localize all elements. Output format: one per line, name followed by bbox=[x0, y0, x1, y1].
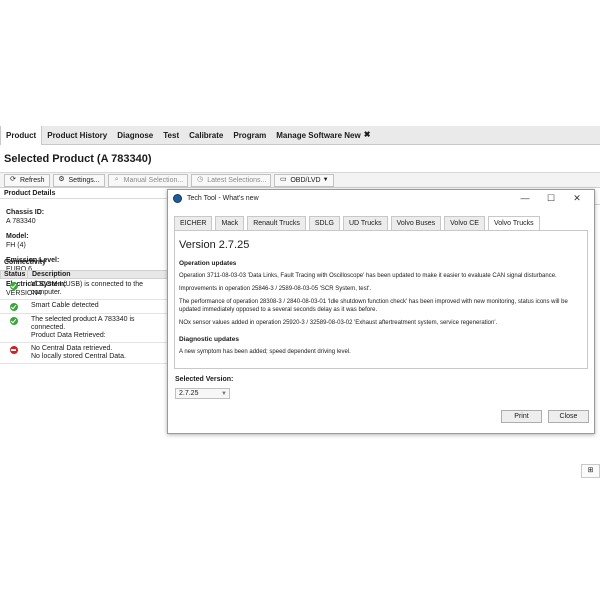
model-label: Model: bbox=[6, 233, 29, 240]
check-circle-icon bbox=[9, 282, 18, 290]
status-cell bbox=[0, 302, 27, 311]
menu-product-history[interactable]: Product History bbox=[42, 126, 112, 145]
connectivity-header: Connectivity bbox=[4, 259, 47, 266]
latest-selections-button[interactable]: ◷ Latest Selections... bbox=[191, 173, 272, 187]
search-icon: ⌕ bbox=[114, 176, 119, 183]
settings-label: Settings... bbox=[68, 176, 100, 184]
menu-manage-software-label: Manage Software New bbox=[276, 130, 361, 140]
tab-renault-trucks[interactable]: Renault Trucks bbox=[247, 216, 306, 230]
dialog-titlebar: Tech Tool - What's new — ☐ ✕ bbox=[168, 190, 594, 207]
description-cell: The selected product A 783340 is connect… bbox=[31, 316, 135, 339]
error-circle-icon bbox=[9, 346, 18, 354]
check-circle-icon bbox=[9, 303, 18, 311]
status-cell bbox=[0, 281, 27, 290]
table-row: VOCOM I (USB) is connected to the comput… bbox=[0, 279, 170, 300]
tab-volvo-trucks[interactable]: Volvo Trucks bbox=[487, 216, 540, 230]
selected-version-label: Selected Version: bbox=[175, 376, 234, 383]
refresh-button[interactable]: ⟳ Refresh bbox=[4, 173, 50, 187]
connectivity-table: Status Description VOCOM I (USB) is conn… bbox=[0, 270, 170, 364]
tab-mack[interactable]: Mack bbox=[215, 216, 245, 230]
gear-icon: ⚙ bbox=[58, 176, 65, 183]
refresh-icon: ⟳ bbox=[10, 176, 16, 183]
status-cell bbox=[0, 345, 27, 354]
version-select[interactable]: 2.7.25 ▼ bbox=[175, 388, 230, 399]
refresh-label: Refresh bbox=[20, 176, 45, 184]
table-row: No Central Data retrieved. No locally st… bbox=[0, 343, 170, 364]
menu-product[interactable]: Product bbox=[0, 125, 43, 145]
close-icon[interactable]: ✕ bbox=[564, 192, 590, 204]
release-note-paragraph: The performance of operation 28308-3 / 2… bbox=[179, 299, 568, 313]
clock-icon: ◷ bbox=[197, 176, 204, 183]
tab-eicher[interactable]: EICHER bbox=[174, 216, 213, 230]
print-button[interactable]: Print bbox=[501, 410, 542, 423]
whats-new-dialog: Tech Tool - What's new — ☐ ✕ EICHER Mack… bbox=[167, 189, 595, 434]
obd-lvd-dropdown[interactable]: ▭ OBD/LVD ▼ bbox=[274, 173, 334, 187]
manual-selection-button[interactable]: ⌕ Manual Selection... bbox=[107, 173, 189, 187]
description-cell: Smart Cable detected bbox=[31, 302, 99, 309]
release-note-paragraph: Improvements in operation 25846-3 / 2589… bbox=[179, 286, 372, 292]
menu-program[interactable]: Program bbox=[228, 126, 271, 145]
status-cell bbox=[0, 316, 27, 325]
tech-tool-window: Product Product History Diagnose Test Ca… bbox=[0, 125, 600, 600]
release-note-paragraph: NOx sensor values added in operation 259… bbox=[179, 320, 498, 326]
vehicle-icon: ▭ bbox=[280, 176, 287, 183]
dialog-title: Tech Tool - What's new bbox=[187, 195, 259, 202]
menu-test[interactable]: Test bbox=[158, 126, 184, 145]
operation-updates-heading: Operation updates bbox=[179, 260, 237, 267]
version-heading: Version 2.7.25 bbox=[179, 239, 250, 251]
product-details-header: Product Details bbox=[0, 188, 170, 199]
chevron-down-icon: ▼ bbox=[221, 391, 227, 397]
model-value: FH (4) bbox=[6, 242, 26, 249]
tab-volvo-buses[interactable]: Volvo Buses bbox=[390, 216, 442, 230]
puzzle-icon: ✖ bbox=[363, 130, 371, 139]
main-menu-bar: Product Product History Diagnose Test Ca… bbox=[0, 125, 600, 145]
close-button[interactable]: Close bbox=[548, 410, 589, 423]
tab-ud-trucks[interactable]: UD Trucks bbox=[342, 216, 388, 230]
expand-icon[interactable]: ⊞ bbox=[581, 464, 600, 478]
check-circle-icon bbox=[9, 317, 18, 325]
diagnostic-updates-heading: Diagnostic updates bbox=[179, 336, 239, 343]
chassis-id-value: A 783340 bbox=[6, 218, 36, 225]
chassis-id-label: Chassis ID: bbox=[6, 209, 45, 216]
menu-calibrate[interactable]: Calibrate bbox=[184, 126, 228, 145]
menu-diagnose[interactable]: Diagnose bbox=[112, 126, 158, 145]
settings-button[interactable]: ⚙ Settings... bbox=[52, 173, 105, 187]
window-controls: — ☐ ✕ bbox=[512, 192, 590, 204]
latest-selections-label: Latest Selections... bbox=[207, 176, 267, 184]
manual-selection-label: Manual Selection... bbox=[123, 176, 184, 184]
menu-manage-software[interactable]: Manage Software New ✖ bbox=[271, 126, 376, 145]
connectivity-table-header: Status Description bbox=[0, 270, 170, 279]
release-notes-content: Version 2.7.25 Operation updates Operati… bbox=[174, 230, 588, 369]
release-note-paragraph: A new symptom has been added; speed depe… bbox=[179, 349, 351, 355]
description-cell: VOCOM I (USB) is connected to the comput… bbox=[31, 281, 144, 296]
release-note-paragraph: Operation 3711-08-03-03 'Data Links, Fau… bbox=[179, 273, 557, 279]
brand-tabs: EICHER Mack Renault Trucks SDLG UD Truck… bbox=[174, 216, 543, 230]
chevron-down-icon: ▼ bbox=[322, 177, 329, 183]
description-cell: No Central Data retrieved. No locally st… bbox=[31, 345, 126, 360]
table-row: Smart Cable detected bbox=[0, 300, 170, 314]
description-column-header: Description bbox=[32, 271, 71, 278]
table-row: The selected product A 783340 is connect… bbox=[0, 314, 170, 343]
maximize-icon[interactable]: ☐ bbox=[538, 192, 564, 204]
product-toolbar: ⟳ Refresh ⚙ Settings... ⌕ Manual Selecti… bbox=[0, 173, 600, 188]
tab-volvo-ce[interactable]: Volvo CE bbox=[444, 216, 485, 230]
status-column-header: Status bbox=[1, 271, 28, 278]
tech-tool-app-icon bbox=[173, 194, 182, 203]
minimize-icon[interactable]: — bbox=[512, 192, 538, 204]
version-select-value: 2.7.25 bbox=[179, 390, 199, 397]
tab-sdlg[interactable]: SDLG bbox=[308, 216, 340, 230]
page-header: Selected Product (A 783340) bbox=[0, 146, 600, 173]
obd-lvd-label: OBD/LVD bbox=[290, 176, 321, 184]
page-title: Selected Product (A 783340) bbox=[4, 153, 152, 165]
